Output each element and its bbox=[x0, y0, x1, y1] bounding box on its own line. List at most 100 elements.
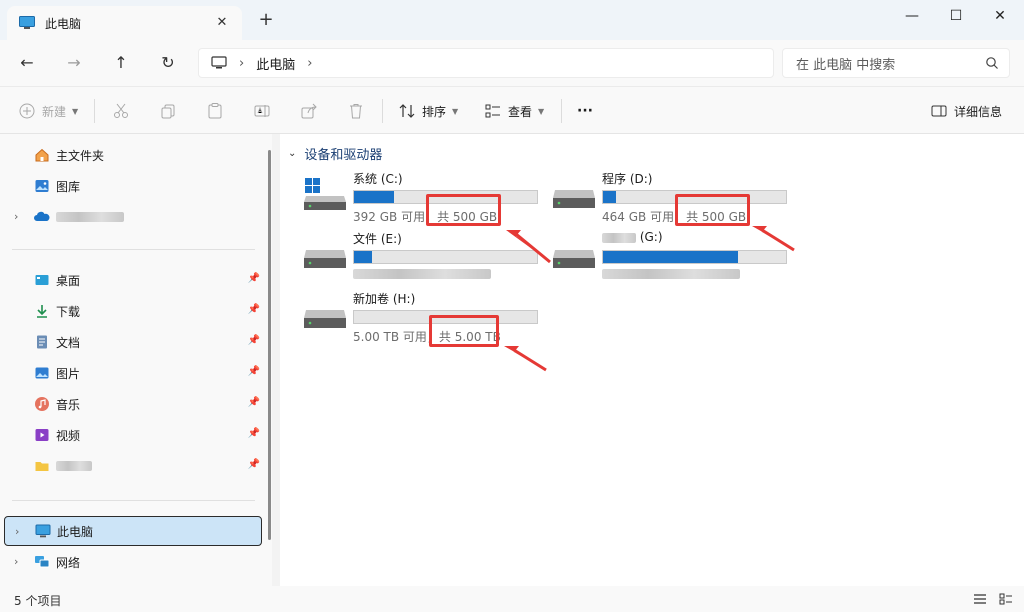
view-icon bbox=[485, 104, 500, 118]
trash-icon bbox=[350, 104, 362, 119]
free-space: 392 GB 可用， bbox=[353, 210, 438, 224]
chevron-right-icon[interactable]: › bbox=[14, 210, 18, 223]
computer-icon bbox=[211, 56, 227, 69]
free-space: 5.00 TB 可用， bbox=[353, 330, 439, 344]
pin-icon[interactable]: 📌 bbox=[248, 428, 260, 439]
sort-label: 排序 bbox=[422, 104, 447, 119]
drive-e[interactable]: 文件 (E:) bbox=[304, 230, 544, 286]
drive-name: 新加卷 (H:) bbox=[353, 292, 416, 306]
sidebar-item-videos[interactable]: 视频 📌 bbox=[4, 420, 262, 450]
close-window-button[interactable]: ✕ bbox=[982, 4, 1018, 28]
sidebar-item-this-pc[interactable]: › 此电脑 bbox=[4, 516, 262, 546]
sort-icon bbox=[399, 104, 415, 118]
breadcrumb-this-pc[interactable]: 此电脑 bbox=[256, 54, 295, 73]
forward-button[interactable]: → bbox=[62, 51, 86, 75]
details-pane-button[interactable]: 详细信息 bbox=[930, 99, 1002, 123]
chevron-right-icon[interactable]: › bbox=[14, 555, 18, 568]
title-bar: 此电脑 ✕ + — ☐ ✕ bbox=[0, 0, 1024, 40]
drive-d[interactable]: 程序 (D:) 464 GB 可用，共 500 GB bbox=[553, 170, 793, 226]
drive-g[interactable]: (G:) bbox=[553, 230, 793, 286]
sidebar-item-gallery[interactable]: 图库 bbox=[4, 171, 262, 201]
share-button[interactable] bbox=[300, 99, 324, 123]
home-icon bbox=[35, 148, 49, 162]
breadcrumb-separator[interactable]: › bbox=[307, 56, 312, 71]
document-icon bbox=[37, 335, 47, 349]
windows-drive-icon bbox=[304, 178, 346, 210]
tab-close-button[interactable]: ✕ bbox=[214, 15, 230, 31]
search-input[interactable]: 在 此电脑 中搜索 bbox=[782, 48, 1010, 78]
usage-fill bbox=[354, 191, 394, 203]
minimize-button[interactable]: — bbox=[894, 4, 930, 28]
drive-icon bbox=[304, 310, 346, 328]
copy-button[interactable] bbox=[159, 99, 183, 123]
sidebar-item-music[interactable]: 音乐 📌 bbox=[4, 389, 262, 419]
drive-icon bbox=[553, 250, 595, 268]
music-icon bbox=[35, 397, 49, 411]
divider bbox=[561, 99, 562, 123]
chevron-down-icon: ⌄ bbox=[288, 148, 297, 159]
cut-button[interactable] bbox=[112, 99, 136, 123]
group-header[interactable]: ⌄ 设备和驱动器 bbox=[288, 144, 382, 163]
redacted-info bbox=[602, 269, 740, 279]
new-button[interactable]: 新建 ▼ bbox=[18, 99, 78, 123]
sidebar-item-folder[interactable]: 📌 bbox=[4, 451, 262, 481]
pin-icon[interactable]: 📌 bbox=[248, 304, 260, 315]
rename-button[interactable] bbox=[253, 99, 277, 123]
sidebar-item-home[interactable]: 主文件夹 bbox=[4, 140, 262, 170]
chevron-down-icon: ▼ bbox=[452, 106, 459, 116]
computer-icon bbox=[35, 524, 51, 538]
command-bar: 新建 ▼ 排序 ▼ 查看 ▼ ··· 详细信息 bbox=[0, 86, 1024, 134]
pin-icon[interactable]: 📌 bbox=[248, 397, 260, 408]
drive-c[interactable]: 系统 (C:) 392 GB 可用，共 500 GB bbox=[304, 170, 544, 226]
up-button[interactable]: ↑ bbox=[109, 51, 133, 75]
sidebar-item-onedrive[interactable]: › bbox=[4, 202, 262, 232]
pin-icon[interactable]: 📌 bbox=[248, 273, 260, 284]
delete-button[interactable] bbox=[347, 99, 371, 123]
drive-h[interactable]: 新加卷 (H:) 5.00 TB 可用，共 5.00 TB bbox=[304, 290, 544, 346]
details-view-icon[interactable] bbox=[972, 591, 988, 607]
pin-icon[interactable]: 📌 bbox=[248, 366, 260, 377]
sidebar-item-label: 网络 bbox=[56, 555, 81, 570]
content-pane: ⌄ 设备和驱动器 系统 (C:) 392 GB 可用，共 500 GB 程序 (… bbox=[280, 134, 1024, 586]
chevron-down-icon: ▼ bbox=[538, 106, 545, 116]
sidebar-item-label: 此电脑 bbox=[57, 524, 94, 539]
drive-info bbox=[602, 268, 740, 282]
pin-icon[interactable]: 📌 bbox=[248, 335, 260, 346]
maximize-button[interactable]: ☐ bbox=[938, 4, 974, 28]
tab-this-pc[interactable]: 此电脑 ✕ bbox=[7, 6, 242, 40]
address-bar[interactable]: › 此电脑 › bbox=[198, 48, 774, 78]
chevron-right-icon[interactable]: › bbox=[15, 525, 19, 538]
drive-name: 程序 (D:) bbox=[602, 172, 653, 186]
usage-fill bbox=[354, 251, 373, 263]
breadcrumb-separator: › bbox=[239, 55, 245, 71]
back-button[interactable]: ← bbox=[15, 51, 39, 75]
sidebar-scrollbar[interactable] bbox=[268, 150, 271, 540]
onedrive-icon bbox=[34, 211, 50, 221]
sidebar-item-network[interactable]: › 网络 bbox=[4, 547, 262, 577]
pin-icon[interactable]: 📌 bbox=[248, 459, 260, 470]
sidebar-item-downloads[interactable]: 下载 📌 bbox=[4, 296, 262, 326]
add-icon bbox=[19, 103, 35, 119]
status-bar: 5 个项目 bbox=[0, 586, 1024, 612]
sidebar-item-pictures[interactable]: 图片 📌 bbox=[4, 358, 262, 388]
desktop-icon bbox=[35, 275, 49, 285]
new-tab-button[interactable]: + bbox=[258, 11, 274, 29]
tiles-view-icon[interactable] bbox=[998, 591, 1014, 607]
refresh-button[interactable]: ↻ bbox=[156, 51, 180, 75]
sidebar-item-label: 图库 bbox=[56, 179, 81, 194]
new-label: 新建 bbox=[42, 104, 67, 119]
more-options-button[interactable]: ··· bbox=[577, 99, 593, 123]
sidebar-item-label: 下载 bbox=[56, 304, 81, 319]
paste-button[interactable] bbox=[206, 99, 230, 123]
sidebar-item-documents[interactable]: 文档 📌 bbox=[4, 327, 262, 357]
drive-name: 系统 (C:) bbox=[353, 172, 403, 186]
usage-bar bbox=[602, 250, 787, 264]
usage-fill bbox=[603, 251, 739, 263]
drive-letter: (G:) bbox=[639, 230, 663, 244]
sidebar-item-desktop[interactable]: 桌面 📌 bbox=[4, 265, 262, 295]
free-space: 464 GB 可用， bbox=[602, 210, 687, 224]
sort-button[interactable]: 排序 ▼ bbox=[398, 99, 458, 123]
annotation-arrow bbox=[504, 346, 546, 370]
view-button[interactable]: 查看 ▼ bbox=[484, 99, 544, 123]
sidebar-item-label: 文档 bbox=[56, 335, 81, 350]
